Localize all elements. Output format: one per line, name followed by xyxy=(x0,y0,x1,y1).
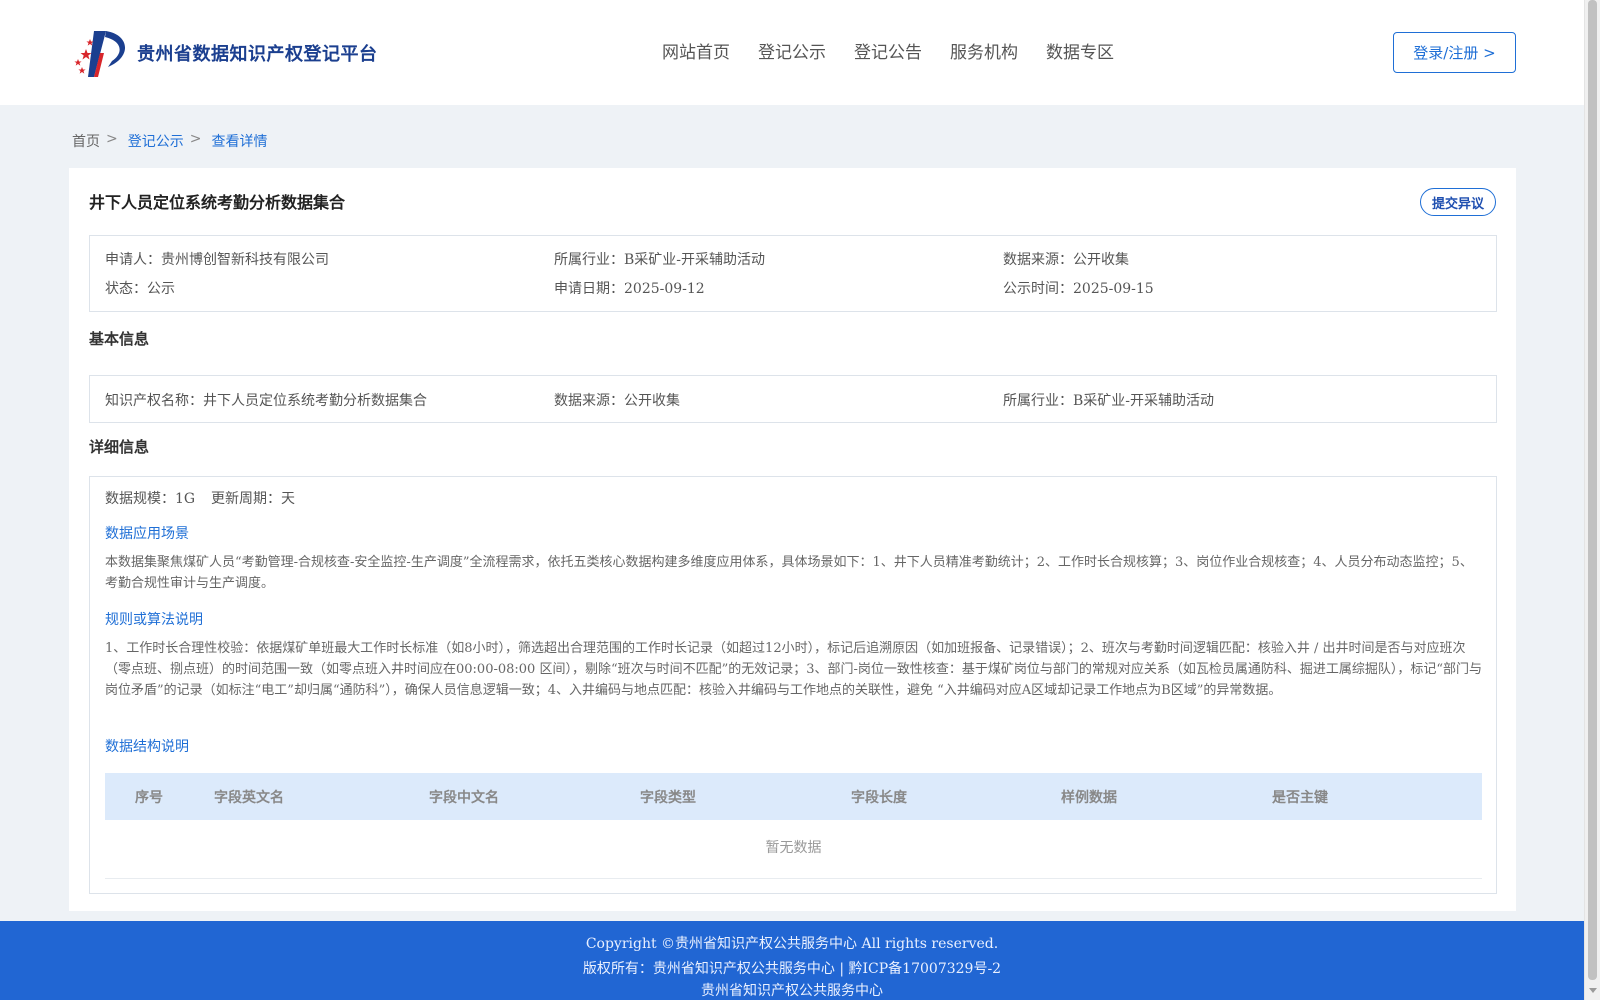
status-label: 状态： xyxy=(105,281,147,297)
basic-industry-field: 所属行业：B采矿业-开采辅助活动 xyxy=(1003,390,1214,410)
breadcrumb-current: 查看详情 xyxy=(211,134,268,150)
column-index: 序号 xyxy=(135,789,163,806)
status-value: 公示 xyxy=(147,281,175,297)
nav-data-zone[interactable]: 数据专区 xyxy=(1046,38,1114,63)
footer-organization: 贵州省知识产权公共服务中心 xyxy=(701,983,883,999)
table-empty-text: 暂无数据 xyxy=(765,840,822,856)
column-field-en-name: 字段英文名 xyxy=(214,789,284,806)
page-title: 井下人员定位系统考勤分析数据集合 xyxy=(89,193,346,212)
source-label: 数据来源： xyxy=(1003,252,1073,268)
login-register-button[interactable]: 登录/注册 > xyxy=(1393,32,1516,73)
scrollbar-thumb[interactable] xyxy=(1588,0,1597,980)
submit-objection-button[interactable]: 提交异议 xyxy=(1420,188,1496,216)
scale-label: 数据规模： xyxy=(105,491,175,507)
rules-heading: 规则或算法说明 xyxy=(105,612,203,628)
basic-source-label: 数据来源： xyxy=(554,393,624,409)
table-divider xyxy=(105,878,1482,879)
breadcrumb-separator: > xyxy=(106,131,118,147)
main-nav: 网站首页 登记公示 登记公告 服务机构 数据专区 xyxy=(662,38,1114,63)
footer-copyright: Copyright ©贵州省知识产权公共服务中心 All rights rese… xyxy=(585,936,999,952)
column-field-length: 字段长度 xyxy=(851,789,907,806)
platform-logo-icon xyxy=(74,31,126,77)
basic-info-panel: 知识产权名称：井下人员定位系统考勤分析数据集合 数据来源：公开收集 所属行业：B… xyxy=(89,375,1497,423)
column-field-cn-name: 字段中文名 xyxy=(429,789,499,806)
industry-field: 所属行业：B采矿业-开采辅助活动 xyxy=(554,249,765,269)
scroll-down-arrow-icon[interactable] xyxy=(1589,988,1597,993)
basic-info-heading: 基本信息 xyxy=(89,330,150,348)
scale-field: 数据规模：1G xyxy=(105,488,195,508)
column-sample-data: 样例数据 xyxy=(1061,789,1117,806)
basic-source-value: 公开收集 xyxy=(624,393,680,409)
nav-service-agencies[interactable]: 服务机构 xyxy=(950,38,1018,63)
nav-home[interactable]: 网站首页 xyxy=(662,38,730,63)
breadcrumb-registration-publicity[interactable]: 登记公示 xyxy=(128,131,184,151)
industry-value: B采矿业-开采辅助活动 xyxy=(624,252,766,268)
apply-date-value: 2025-09-12 xyxy=(624,281,705,297)
ip-name-label: 知识产权名称： xyxy=(105,393,203,409)
cycle-value: 天 xyxy=(281,491,295,507)
basic-industry-value: B采矿业-开采辅助活动 xyxy=(1073,393,1215,409)
ip-name-field: 知识产权名称：井下人员定位系统考勤分析数据集合 xyxy=(105,390,427,410)
applicant-label: 申请人： xyxy=(105,252,161,268)
basic-industry-label: 所属行业： xyxy=(1003,393,1073,409)
detail-info-heading: 详细信息 xyxy=(89,438,150,456)
cycle-label: 更新周期： xyxy=(211,491,281,507)
site-footer: Copyright ©贵州省知识产权公共服务中心 All rights rese… xyxy=(0,921,1584,1000)
detail-card: 井下人员定位系统考勤分析数据集合 提交异议 申请人：贵州博创智新科技有限公司 所… xyxy=(69,168,1516,911)
ip-name-value: 井下人员定位系统考勤分析数据集合 xyxy=(203,393,427,409)
source-value: 公开收集 xyxy=(1073,252,1129,268)
industry-label: 所属行业： xyxy=(554,252,624,268)
apply-date-field: 申请日期：2025-09-12 xyxy=(554,278,705,298)
summary-panel: 申请人：贵州博创智新科技有限公司 所属行业：B采矿业-开采辅助活动 数据来源：公… xyxy=(89,235,1497,312)
publish-date-value: 2025-09-15 xyxy=(1073,281,1154,297)
nav-registration-announcement[interactable]: 登记公告 xyxy=(854,38,922,63)
nav-registration-publicity[interactable]: 登记公示 xyxy=(758,38,826,63)
applicant-value: 贵州博创智新科技有限公司 xyxy=(161,252,329,268)
cycle-field: 更新周期：天 xyxy=(211,488,295,508)
breadcrumb-separator: > xyxy=(189,131,202,147)
breadcrumb: 首页 > 登记公示 > 查看详情 xyxy=(72,131,267,151)
column-field-type: 字段类型 xyxy=(640,789,696,806)
breadcrumb-home[interactable]: 首页 xyxy=(72,131,100,151)
rules-text: 1、工作时长合理性校验：依据煤矿单班最大工作时长标准（如8小时），筛选超出合理范… xyxy=(105,641,1483,698)
structure-table-header: 序号 字段英文名 字段中文名 字段类型 字段长度 样例数据 是否主键 xyxy=(105,773,1482,820)
apply-date-label: 申请日期： xyxy=(554,281,624,297)
data-structure-heading: 数据结构说明 xyxy=(105,739,189,755)
site-header: 贵州省数据知识产权登记平台 网站首页 登记公示 登记公告 服务机构 数据专区 登… xyxy=(0,0,1584,105)
page-scrollbar[interactable] xyxy=(1584,0,1600,1000)
application-scene-heading: 数据应用场景 xyxy=(105,526,189,542)
publish-date-field: 公示时间：2025-09-15 xyxy=(1003,278,1154,298)
source-field: 数据来源：公开收集 xyxy=(1003,249,1129,269)
footer-rights: 版权所有：贵州省知识产权公共服务中心 | 黔ICP备17007329号-2 xyxy=(582,961,1002,977)
detail-info-panel: 数据规模：1G 更新周期：天 数据应用场景 本数据集聚焦煤矿人员“考勤管理-合规… xyxy=(89,476,1497,894)
site-title: 贵州省数据知识产权登记平台 xyxy=(137,44,378,65)
publish-date-label: 公示时间： xyxy=(1003,281,1073,297)
applicant-field: 申请人：贵州博创智新科技有限公司 xyxy=(105,249,329,269)
scale-value: 1G xyxy=(175,491,196,507)
application-scene-text: 本数据集聚焦煤矿人员“考勤管理-合规核查-安全监控-生产调度”全流程需求，依托五… xyxy=(105,555,1473,591)
status-field: 状态：公示 xyxy=(105,278,175,298)
basic-source-field: 数据来源：公开收集 xyxy=(554,390,680,410)
column-primary-key: 是否主键 xyxy=(1272,789,1328,806)
